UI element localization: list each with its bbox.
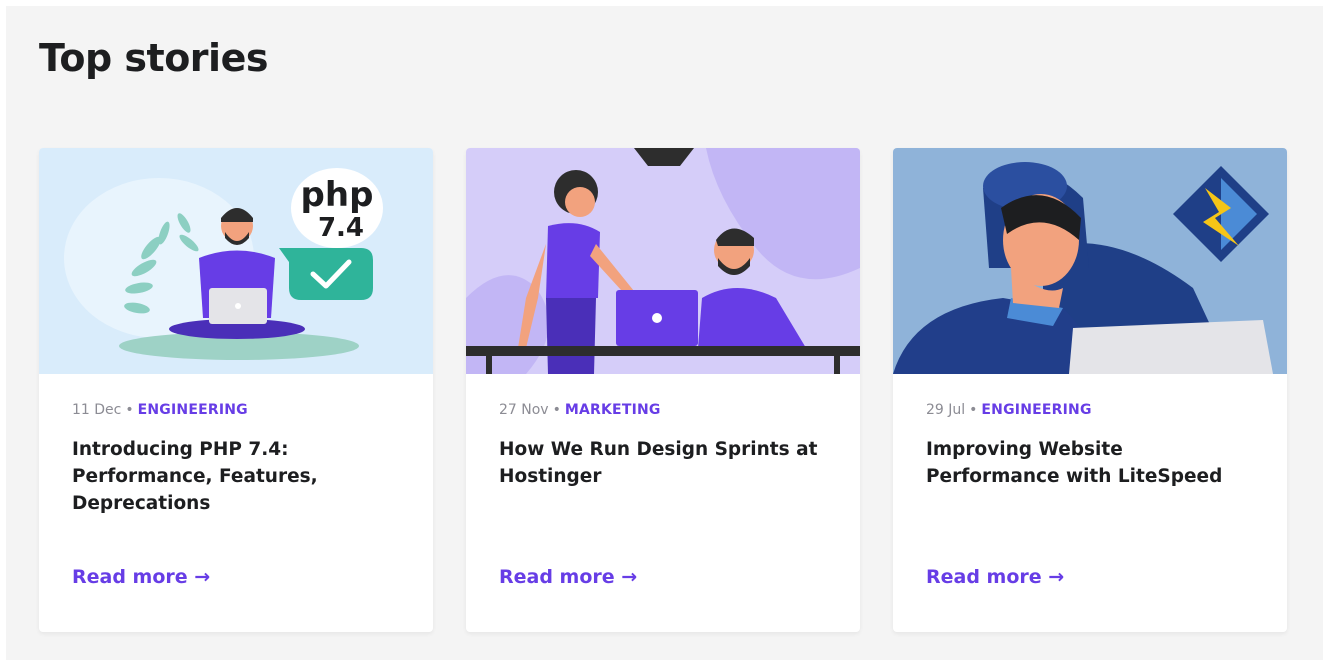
top-stories-section: Top stories php 7.4 11 Dec • ENGINEERING… (6, 6, 1323, 660)
story-image[interactable] (893, 148, 1287, 374)
story-card[interactable]: 27 Nov • MARKETING How We Run Design Sprin… (466, 148, 860, 632)
litespeed-illustration-icon (893, 148, 1287, 374)
meta-separator: • (969, 402, 978, 418)
story-title[interactable]: Introducing PHP 7.4: Performance, Featur… (72, 436, 402, 517)
section-title: Top stories (39, 36, 268, 80)
svg-text:php: php (301, 175, 374, 215)
story-date: 11 Dec (72, 402, 122, 418)
read-more-link[interactable]: Read more → (72, 566, 210, 588)
story-date: 29 Jul (926, 402, 966, 418)
design-sprint-illustration-icon (466, 148, 860, 374)
story-category[interactable]: ENGINEERING (981, 402, 1091, 418)
story-category[interactable]: MARKETING (565, 402, 661, 418)
story-title[interactable]: How We Run Design Sprints at Hostinger (499, 436, 829, 490)
story-meta: 11 Dec • ENGINEERING (72, 402, 248, 418)
read-more-link[interactable]: Read more → (499, 566, 637, 588)
story-title[interactable]: Improving Website Performance with LiteS… (926, 436, 1256, 490)
story-image[interactable]: php 7.4 (39, 148, 433, 374)
story-date: 27 Nov (499, 402, 549, 418)
read-more-link[interactable]: Read more → (926, 566, 1064, 588)
story-card[interactable]: 29 Jul • ENGINEERING Improving Website Per… (893, 148, 1287, 632)
story-card[interactable]: php 7.4 11 Dec • ENGINEERING Introducing P… (39, 148, 433, 632)
story-category[interactable]: ENGINEERING (138, 402, 248, 418)
php-illustration-icon: php 7.4 (39, 148, 433, 374)
story-image[interactable] (466, 148, 860, 374)
meta-separator: • (125, 402, 134, 418)
meta-separator: • (552, 402, 561, 418)
story-meta: 27 Nov • MARKETING (499, 402, 661, 418)
svg-text:7.4: 7.4 (318, 213, 364, 243)
story-meta: 29 Jul • ENGINEERING (926, 402, 1092, 418)
